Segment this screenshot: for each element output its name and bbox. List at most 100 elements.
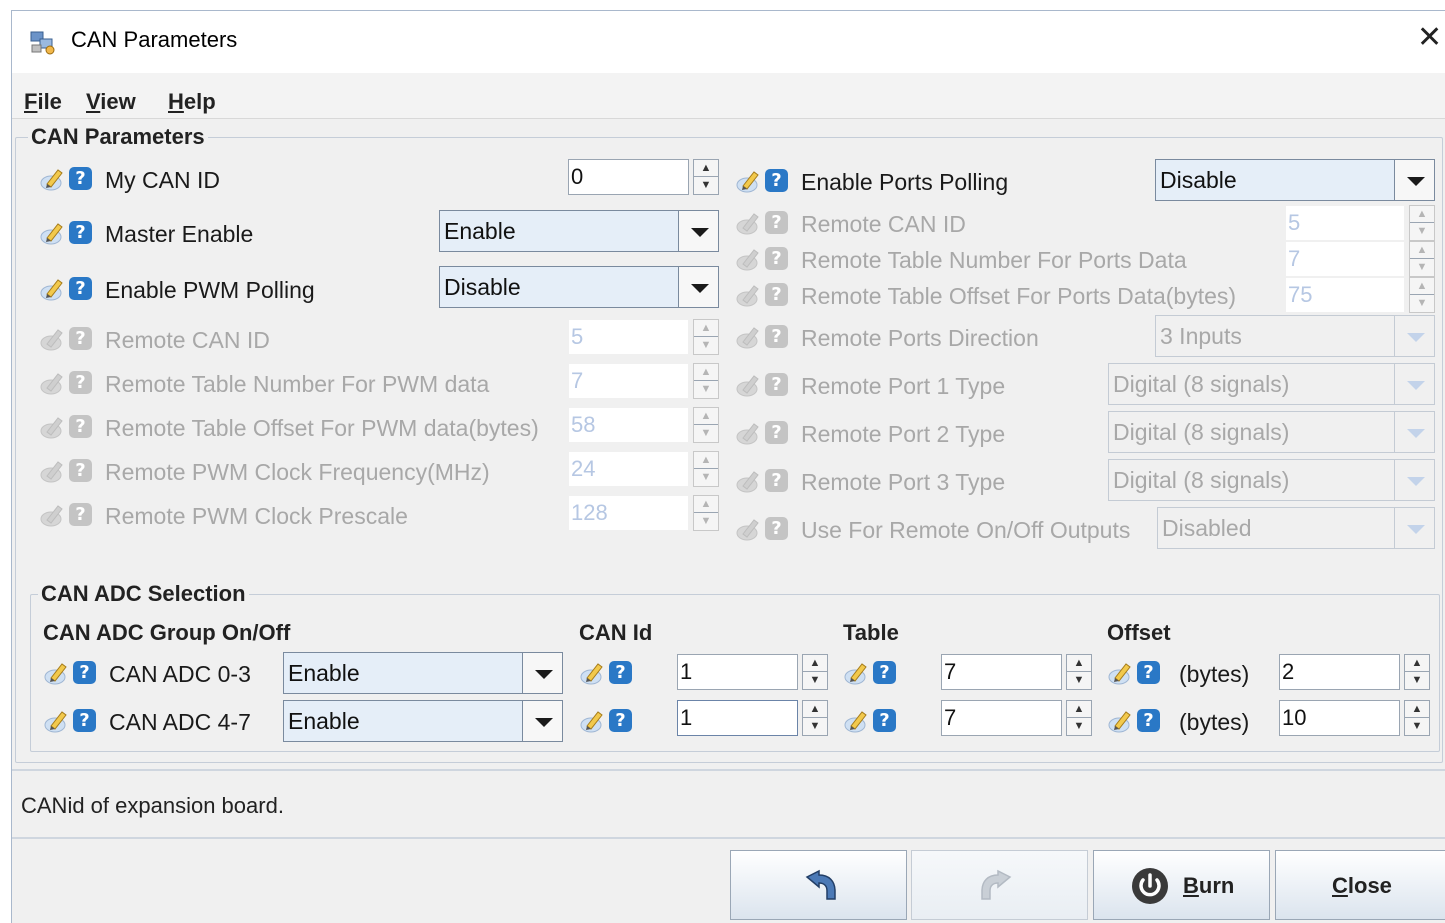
spin-down-icon[interactable]: ▼ (803, 718, 827, 735)
adc-0-3-table-spinner[interactable]: 7 ▲ ▼ (941, 654, 1092, 690)
my-can-id-input[interactable]: 0 (568, 159, 689, 195)
spin-down-icon[interactable]: ▼ (1067, 718, 1091, 735)
adc-4-7-canid-spinner[interactable]: 1 ▲ ▼ (677, 700, 828, 736)
spin-up-icon[interactable]: ▲ (803, 655, 827, 672)
can-parameters-window: CAN Parameters ✕ File View Help CAN Para… (11, 10, 1445, 923)
ports-direction-select: 3 Inputs (1155, 315, 1435, 357)
chevron-down-icon (1394, 508, 1434, 548)
pencil-icon[interactable] (39, 220, 67, 246)
menu-file[interactable]: File (24, 89, 62, 115)
spin-up-icon[interactable]: ▲ (1067, 701, 1091, 718)
close-window-icon[interactable]: ✕ (1417, 23, 1442, 53)
help-question-icon[interactable]: ? (69, 167, 92, 190)
help-question-icon[interactable]: ? (873, 709, 896, 732)
burn-button-label: Burn (1183, 873, 1235, 898)
pwm-clock-prescale-spinner: 128 ▲ ▼ (568, 495, 719, 531)
pencil-icon (735, 372, 763, 398)
my-can-id-label: My CAN ID (105, 167, 220, 193)
spin-up-icon[interactable]: ▲ (1405, 655, 1429, 672)
spin-down-icon[interactable]: ▼ (1405, 718, 1429, 735)
help-question-icon[interactable]: ? (765, 169, 788, 192)
help-question-icon: ? (69, 327, 92, 350)
port2-type-select: Digital (8 signals) (1108, 411, 1435, 453)
close-button[interactable]: Close (1275, 850, 1445, 920)
help-question-icon[interactable]: ? (1137, 709, 1160, 732)
redo-arrow-icon (981, 869, 1012, 900)
pencil-icon[interactable] (843, 708, 871, 734)
pencil-icon[interactable] (735, 168, 763, 194)
chevron-down-icon[interactable] (678, 211, 718, 251)
master-enable-select[interactable]: Enable (439, 210, 719, 252)
pencil-icon[interactable] (1107, 708, 1135, 734)
adc-0-3-enable-select[interactable]: Enable (283, 652, 563, 694)
status-help-area: CANid of expansion board. (12, 769, 1445, 839)
chevron-down-icon[interactable] (522, 653, 562, 693)
my-can-id-spinner[interactable]: 0 ▲ ▼ (568, 159, 719, 195)
menu-view[interactable]: View (86, 89, 136, 115)
pwm-table-number-label: Remote Table Number For PWM data (105, 371, 490, 397)
help-question-icon: ? (765, 247, 788, 270)
spin-down-icon[interactable]: ▼ (1067, 672, 1091, 689)
adc-0-3-offset-spinner[interactable]: 2 ▲ ▼ (1279, 654, 1430, 690)
enable-ports-polling-select[interactable]: Disable (1155, 159, 1435, 201)
pencil-icon[interactable] (579, 708, 607, 734)
adc-4-7-enable-select[interactable]: Enable (283, 700, 563, 742)
pencil-icon (735, 282, 763, 308)
ports-direction-label: Remote Ports Direction (801, 325, 1039, 351)
help-question-icon[interactable]: ? (69, 277, 92, 300)
undo-arrow-icon (805, 869, 836, 900)
help-question-icon[interactable]: ? (73, 661, 96, 684)
remote-onoff-select: Disabled (1157, 507, 1435, 549)
menu-help[interactable]: Help (168, 89, 216, 115)
help-question-icon: ? (765, 283, 788, 306)
burn-button[interactable]: Burn (1093, 850, 1270, 920)
pencil-icon[interactable] (39, 276, 67, 302)
ports-table-offset-spinner: 75 ▲ ▼ (1285, 277, 1435, 313)
help-question-icon: ? (765, 211, 788, 234)
adc-0-3-canid-spinner[interactable]: 1 ▲ ▼ (677, 654, 828, 690)
chevron-down-icon[interactable] (678, 267, 718, 307)
power-icon (1132, 868, 1168, 904)
pencil-icon[interactable] (1107, 660, 1135, 686)
spin-up-icon[interactable]: ▲ (1405, 701, 1429, 718)
help-question-icon[interactable]: ? (873, 661, 896, 684)
undo-button[interactable] (730, 850, 907, 920)
help-question-icon[interactable]: ? (609, 709, 632, 732)
help-question-icon: ? (765, 517, 788, 540)
help-question-icon[interactable]: ? (609, 661, 632, 684)
pwm-clock-freq-label: Remote PWM Clock Frequency(MHz) (105, 459, 490, 485)
chevron-down-icon[interactable] (1394, 160, 1434, 200)
spin-down-icon[interactable]: ▼ (1405, 672, 1429, 689)
adc-4-7-offset-unit: (bytes) (1179, 709, 1250, 735)
spin-up-icon[interactable]: ▲ (1067, 655, 1091, 672)
pencil-icon[interactable] (43, 708, 71, 734)
chevron-down-icon[interactable] (522, 701, 562, 741)
enable-pwm-polling-select[interactable]: Disable (439, 266, 719, 308)
pencil-icon (735, 324, 763, 350)
menu-bar: File View Help (12, 73, 1445, 119)
help-question-icon: ? (765, 325, 788, 348)
spin-up-icon[interactable]: ▲ (803, 701, 827, 718)
pencil-icon[interactable] (39, 166, 67, 192)
adc-4-7-offset-spinner[interactable]: 10 ▲ ▼ (1279, 700, 1430, 736)
pencil-icon[interactable] (843, 660, 871, 686)
help-question-icon: ? (69, 459, 92, 482)
can-adc-selection-title: CAN ADC Selection (38, 581, 249, 607)
help-question-icon[interactable]: ? (73, 709, 96, 732)
help-question-icon[interactable]: ? (69, 221, 92, 244)
enable-ports-polling-label: Enable Ports Polling (801, 169, 1009, 195)
pencil-icon (735, 210, 763, 236)
pencil-icon[interactable] (579, 660, 607, 686)
pwm-table-number-spinner: 7 ▲ ▼ (568, 363, 719, 399)
spin-down-icon[interactable]: ▼ (803, 672, 827, 689)
help-question-icon[interactable]: ? (1137, 661, 1160, 684)
enable-pwm-polling-label: Enable PWM Polling (105, 277, 315, 303)
adc-4-7-table-spinner[interactable]: 7 ▲ ▼ (941, 700, 1092, 736)
help-question-icon: ? (765, 421, 788, 444)
pencil-icon[interactable] (43, 660, 71, 686)
help-question-icon: ? (69, 503, 92, 526)
redo-button (911, 850, 1088, 920)
spin-down-icon[interactable]: ▼ (694, 177, 718, 194)
help-question-icon: ? (69, 415, 92, 438)
spin-up-icon[interactable]: ▲ (694, 160, 718, 177)
